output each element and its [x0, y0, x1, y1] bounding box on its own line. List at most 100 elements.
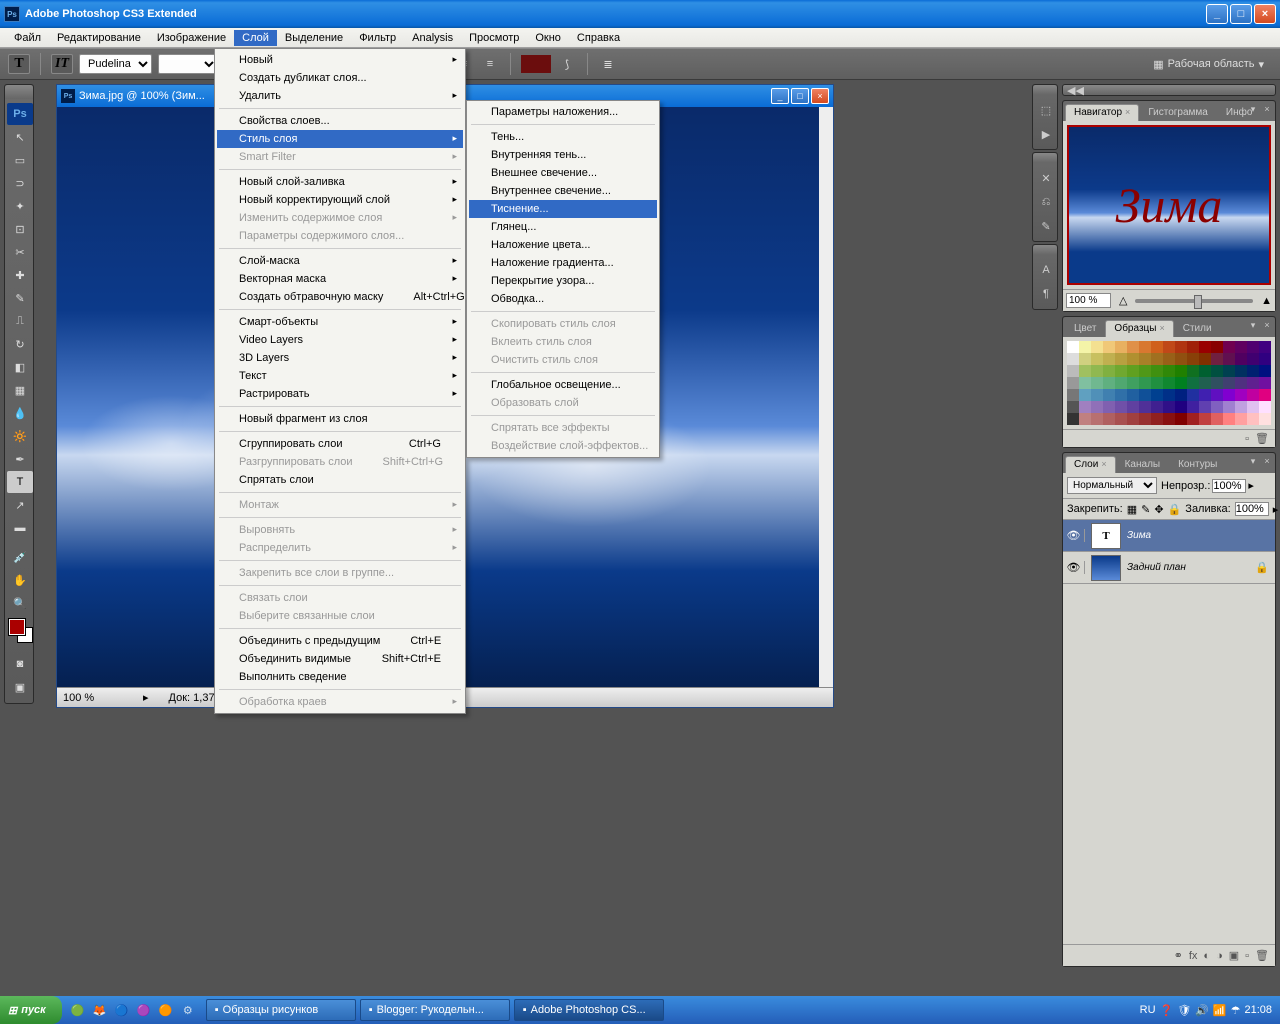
crop-tool[interactable]: ⊡ — [7, 218, 33, 240]
tab-Инфо[interactable]: Инфо — [1217, 104, 1262, 121]
lock-all-icon[interactable]: 🔒 — [1168, 503, 1182, 516]
brush-tool[interactable]: ✎ — [7, 287, 33, 309]
panel-icon[interactable]: ¶ — [1035, 283, 1057, 305]
navigator-zoom-slider[interactable] — [1135, 299, 1253, 303]
swatch[interactable] — [1103, 341, 1115, 353]
swatch[interactable] — [1163, 341, 1175, 353]
menu-item[interactable]: Текст▸ — [217, 367, 463, 385]
lasso-tool[interactable]: ⊃ — [7, 172, 33, 194]
swatch[interactable] — [1091, 401, 1103, 413]
menu-item[interactable]: Новый корректирующий слой▸ — [217, 191, 463, 209]
swatch[interactable] — [1115, 353, 1127, 365]
swatch[interactable] — [1163, 401, 1175, 413]
pen-tool[interactable]: ✒ — [7, 448, 33, 470]
swatch[interactable] — [1139, 377, 1151, 389]
tab-Цвет[interactable]: Цвет — [1065, 320, 1105, 337]
swatch[interactable] — [1103, 365, 1115, 377]
orientation-icon[interactable]: IT — [51, 54, 73, 74]
tray-icon[interactable]: ❓ — [1160, 1004, 1174, 1017]
tray-icon[interactable]: 📶 — [1213, 1004, 1227, 1017]
menu-item[interactable]: Новый фрагмент из слоя — [217, 410, 463, 428]
swatch[interactable] — [1067, 341, 1079, 353]
shape-tool[interactable]: ▬ — [7, 517, 33, 539]
window-minimize-button[interactable]: _ — [1206, 4, 1228, 24]
panel-collapse-icon[interactable]: ▾ — [1247, 455, 1259, 467]
swatch[interactable] — [1115, 365, 1127, 377]
new-layer-icon[interactable]: ▫ — [1245, 950, 1249, 962]
swatch[interactable] — [1139, 389, 1151, 401]
swatch[interactable] — [1211, 413, 1223, 425]
menu-item[interactable]: Внешнее свечение... — [469, 164, 657, 182]
swatch[interactable] — [1091, 365, 1103, 377]
swatch[interactable] — [1103, 389, 1115, 401]
swatch[interactable] — [1079, 353, 1091, 365]
menu-item[interactable]: Удалить▸ — [217, 87, 463, 105]
panel-icon[interactable]: ⬚ — [1035, 99, 1057, 121]
menu-редактирование[interactable]: Редактирование — [49, 30, 149, 46]
visibility-icon[interactable]: 👁 — [1063, 561, 1085, 574]
history-brush-tool[interactable]: ↻ — [7, 333, 33, 355]
menu-item[interactable]: Смарт-объекты▸ — [217, 313, 463, 331]
taskbar-task[interactable]: ▪Образцы рисунков — [206, 999, 356, 1021]
swatch[interactable] — [1079, 377, 1091, 389]
hand-tool[interactable]: ✋ — [7, 569, 33, 591]
eyedropper-tool[interactable]: 💉 — [7, 546, 33, 568]
panel-collapse-icon[interactable]: ▾ — [1247, 319, 1259, 331]
swatch[interactable] — [1247, 377, 1259, 389]
menu-item[interactable]: Объединить с предыдущимCtrl+E — [217, 632, 463, 650]
swatch[interactable] — [1247, 341, 1259, 353]
swatch[interactable] — [1199, 353, 1211, 365]
swatch[interactable] — [1103, 401, 1115, 413]
font-style-select[interactable] — [158, 54, 218, 74]
swatch[interactable] — [1259, 401, 1271, 413]
swatch[interactable] — [1139, 353, 1151, 365]
opacity-input[interactable] — [1212, 479, 1246, 493]
menu-item[interactable]: Внутреннее свечение... — [469, 182, 657, 200]
group-icon[interactable]: ▣ — [1229, 949, 1239, 962]
swatch[interactable] — [1115, 389, 1127, 401]
swatch[interactable] — [1247, 401, 1259, 413]
system-tray[interactable]: RU ❓ 🛡 🔊 📶 ☂ 21:08 — [1132, 1004, 1280, 1017]
swatch[interactable] — [1223, 365, 1235, 377]
swatch[interactable] — [1235, 401, 1247, 413]
menu-фильтр[interactable]: Фильтр — [351, 30, 404, 46]
menu-item[interactable]: Тиснение... — [469, 200, 657, 218]
swatches-tabs[interactable]: ЦветОбразцы×Стили — [1063, 317, 1275, 337]
swatch[interactable] — [1127, 377, 1139, 389]
swatch[interactable] — [1259, 365, 1271, 377]
menu-item[interactable]: Сгруппировать слоиCtrl+G — [217, 435, 463, 453]
menubar[interactable]: ФайлРедактированиеИзображениеСлойВыделен… — [0, 28, 1280, 48]
ql-icon[interactable]: 🔵 — [112, 1000, 132, 1020]
ql-icon[interactable]: 🦊 — [90, 1000, 110, 1020]
panel-close-icon[interactable]: × — [1261, 103, 1273, 115]
swatch[interactable] — [1127, 353, 1139, 365]
menu-item[interactable]: Перекрытие узора... — [469, 272, 657, 290]
swatch[interactable] — [1235, 341, 1247, 353]
font-family-select[interactable]: Pudelina — [79, 54, 152, 74]
text-color-swatch[interactable] — [521, 55, 551, 73]
slice-tool[interactable]: ✂ — [7, 241, 33, 263]
swatch[interactable] — [1151, 377, 1163, 389]
type-tool[interactable]: T — [7, 471, 33, 493]
tab-Каналы[interactable]: Каналы — [1116, 456, 1170, 473]
swatch[interactable] — [1259, 377, 1271, 389]
menu-item[interactable]: Векторная маска▸ — [217, 270, 463, 288]
swatch[interactable] — [1151, 413, 1163, 425]
layers-empty-area[interactable] — [1063, 584, 1275, 944]
menu-item[interactable]: Video Layers▸ — [217, 331, 463, 349]
swatch[interactable] — [1199, 365, 1211, 377]
taskbar-task[interactable]: ▪Blogger: Рукодельн... — [360, 999, 510, 1021]
menu-item[interactable]: Наложение цвета... — [469, 236, 657, 254]
swatch[interactable] — [1223, 377, 1235, 389]
menu-item[interactable]: Параметры наложения... — [469, 103, 657, 121]
menu-слой[interactable]: Слой — [234, 30, 277, 46]
swatch[interactable] — [1127, 401, 1139, 413]
swatch[interactable] — [1163, 413, 1175, 425]
swatch[interactable] — [1067, 401, 1079, 413]
swatch[interactable] — [1235, 353, 1247, 365]
swatch[interactable] — [1199, 401, 1211, 413]
swatch[interactable] — [1091, 341, 1103, 353]
tool-preset-icon[interactable]: T — [8, 54, 30, 74]
swatch[interactable] — [1067, 353, 1079, 365]
swatch[interactable] — [1079, 389, 1091, 401]
